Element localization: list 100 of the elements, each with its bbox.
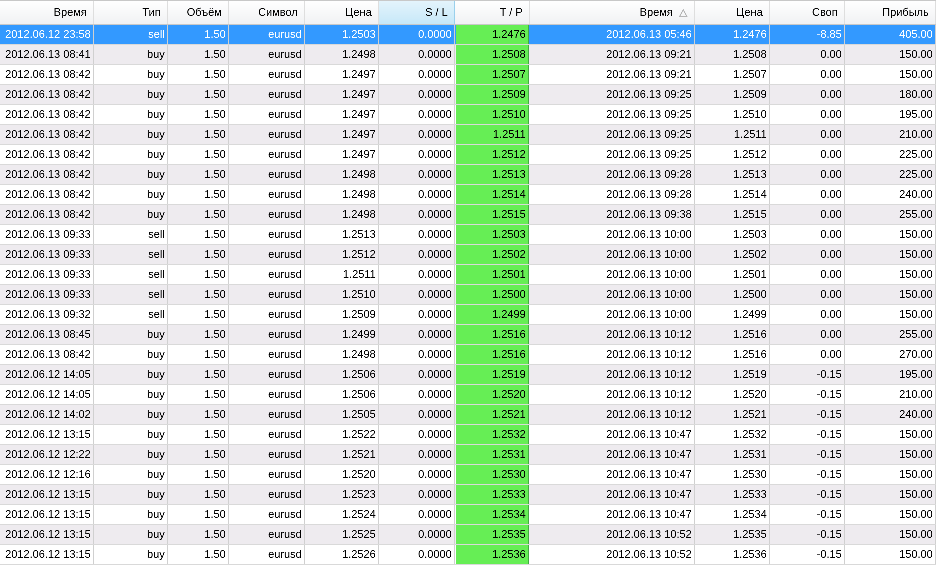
table-cell: 1.2508	[456, 45, 529, 64]
table-cell: 1.2530	[456, 465, 529, 484]
table-cell: 2012.06.12 13:15	[0, 485, 94, 504]
table-cell: eurusd	[229, 65, 305, 84]
table-cell: buy	[94, 425, 168, 444]
table-cell: 2012.06.12 12:22	[0, 445, 94, 464]
table-cell: 1.2502	[695, 245, 770, 264]
table-cell: eurusd	[229, 525, 305, 544]
table-cell: 1.50	[168, 525, 229, 544]
table-cell: 2012.06.12 12:16	[0, 465, 94, 484]
table-cell: 1.2499	[695, 305, 770, 324]
column-header[interactable]: Цена	[695, 1, 770, 24]
table-cell: 1.2520	[456, 385, 529, 404]
table-cell: buy	[94, 185, 168, 204]
table-row[interactable]: 2012.06.13 08:42 buy 1.50 eurusd 1.2497 0.0000 1.2511 2012.06.13 09:25 1.2511 0.00 210.00	[0, 125, 936, 145]
column-header[interactable]: Время	[0, 1, 94, 24]
table-cell: 1.2536	[695, 545, 770, 564]
table-row[interactable]: 2012.06.13 09:33 sell 1.50 eurusd 1.2510 0.0000 1.2500 2012.06.13 10:00 1.2500 0.00 150.00	[0, 285, 936, 305]
table-cell: 1.2511	[305, 265, 379, 284]
table-cell: eurusd	[229, 505, 305, 524]
column-header[interactable]: T / P	[455, 1, 530, 24]
column-header[interactable]: Тип	[94, 1, 168, 24]
column-header[interactable]: Время	[530, 1, 695, 24]
table-cell: 2012.06.13 10:00	[530, 285, 695, 304]
table-cell: 2012.06.13 09:33	[0, 245, 94, 264]
table-cell: 1.50	[168, 465, 229, 484]
table-cell: 0.0000	[379, 505, 455, 524]
table-row[interactable]: 2012.06.12 13:15 buy 1.50 eurusd 1.2526 0.0000 1.2536 2012.06.13 10:52 1.2536 -0.15 150.00	[0, 545, 936, 565]
table-cell: buy	[94, 45, 168, 64]
table-cell: -0.15	[770, 485, 845, 504]
table-cell: 150.00	[845, 285, 936, 304]
table-cell: 1.50	[168, 25, 229, 44]
table-row[interactable]: 2012.06.13 08:41 buy 1.50 eurusd 1.2498 0.0000 1.2508 2012.06.13 09:21 1.2508 0.00 150.00	[0, 45, 936, 65]
table-cell: 1.2502	[456, 245, 529, 264]
column-header[interactable]: S / L	[379, 1, 455, 24]
table-cell: 2012.06.13 08:42	[0, 85, 94, 104]
table-cell: 1.2476	[456, 25, 529, 44]
table-row[interactable]: 2012.06.13 08:45 buy 1.50 eurusd 1.2499 0.0000 1.2516 2012.06.13 10:12 1.2516 0.00 255.00	[0, 325, 936, 345]
table-cell: 1.2535	[695, 525, 770, 544]
table-row[interactable]: 2012.06.13 08:42 buy 1.50 eurusd 1.2498 0.0000 1.2513 2012.06.13 09:28 1.2513 0.00 225.00	[0, 165, 936, 185]
table-row[interactable]: 2012.06.12 14:02 buy 1.50 eurusd 1.2505 0.0000 1.2521 2012.06.13 10:12 1.2521 -0.15 240.00	[0, 405, 936, 425]
table-cell: eurusd	[229, 325, 305, 344]
table-cell: 2012.06.13 08:42	[0, 65, 94, 84]
table-cell: 1.2503	[305, 25, 379, 44]
column-header[interactable]: Прибыль	[845, 1, 936, 24]
table-cell: 0.0000	[379, 245, 455, 264]
table-row[interactable]: 2012.06.12 13:15 buy 1.50 eurusd 1.2523 0.0000 1.2533 2012.06.13 10:47 1.2533 -0.15 150.00	[0, 485, 936, 505]
table-cell: 1.50	[168, 65, 229, 84]
table-row[interactable]: 2012.06.12 23:58 sell 1.50 eurusd 1.2503 0.0000 1.2476 2012.06.13 05:46 1.2476 -8.85 405.00	[0, 25, 936, 45]
table-cell: eurusd	[229, 185, 305, 204]
table-cell: 0.0000	[379, 345, 455, 364]
table-cell: -0.15	[770, 425, 845, 444]
table-cell: 0.00	[770, 205, 845, 224]
table-cell: 150.00	[845, 485, 936, 504]
table-cell: -0.15	[770, 365, 845, 384]
table-cell: eurusd	[229, 465, 305, 484]
table-cell: eurusd	[229, 85, 305, 104]
table-cell: sell	[94, 265, 168, 284]
table-cell: 1.2532	[456, 425, 529, 444]
table-cell: 150.00	[845, 525, 936, 544]
table-cell: 1.50	[168, 485, 229, 504]
table-cell: 1.2501	[695, 265, 770, 284]
table-row[interactable]: 2012.06.13 09:33 sell 1.50 eurusd 1.2512 0.0000 1.2502 2012.06.13 10:00 1.2502 0.00 150.00	[0, 245, 936, 265]
table-cell: 1.2501	[456, 265, 529, 284]
table-cell: 2012.06.13 09:38	[530, 205, 695, 224]
table-cell: 255.00	[845, 325, 936, 344]
table-row[interactable]: 2012.06.13 08:42 buy 1.50 eurusd 1.2498 0.0000 1.2515 2012.06.13 09:38 1.2515 0.00 255.00	[0, 205, 936, 225]
table-cell: eurusd	[229, 125, 305, 144]
column-header[interactable]: Цена	[305, 1, 379, 24]
table-cell: 1.2498	[305, 185, 379, 204]
table-cell: eurusd	[229, 245, 305, 264]
table-cell: -0.15	[770, 405, 845, 424]
table-cell: 1.2530	[695, 465, 770, 484]
table-cell: 0.00	[770, 345, 845, 364]
table-cell: 0.00	[770, 125, 845, 144]
table-row[interactable]: 2012.06.13 08:42 buy 1.50 eurusd 1.2497 0.0000 1.2509 2012.06.13 09:25 1.2509 0.00 180.00	[0, 85, 936, 105]
table-cell: 1.2524	[305, 505, 379, 524]
table-cell: 150.00	[845, 545, 936, 564]
table-row[interactable]: 2012.06.12 13:15 buy 1.50 eurusd 1.2525 0.0000 1.2535 2012.06.13 10:52 1.2535 -0.15 150.00	[0, 525, 936, 545]
table-row[interactable]: 2012.06.12 14:05 buy 1.50 eurusd 1.2506 0.0000 1.2519 2012.06.13 10:12 1.2519 -0.15 195.00	[0, 365, 936, 385]
table-cell: 0.00	[770, 105, 845, 124]
table-cell: -0.15	[770, 545, 845, 564]
column-header[interactable]: Своп	[770, 1, 845, 24]
table-cell: eurusd	[229, 45, 305, 64]
table-cell: eurusd	[229, 365, 305, 384]
table-cell: 1.50	[168, 85, 229, 104]
table-cell: 2012.06.13 10:47	[530, 485, 695, 504]
table-cell: 2012.06.12 14:05	[0, 385, 94, 404]
table-cell: 0.0000	[379, 545, 455, 564]
table-cell: 1.50	[168, 405, 229, 424]
table-cell: 2012.06.13 08:42	[0, 145, 94, 164]
table-cell: 150.00	[845, 65, 936, 84]
table-cell: 180.00	[845, 85, 936, 104]
column-header[interactable]: Объём	[168, 1, 229, 24]
table-cell: 1.2497	[305, 65, 379, 84]
table-row[interactable]: 2012.06.12 12:22 buy 1.50 eurusd 1.2521 0.0000 1.2531 2012.06.13 10:47 1.2531 -0.15 150.00	[0, 445, 936, 465]
table-cell: 0.00	[770, 265, 845, 284]
column-header[interactable]: Символ	[229, 1, 305, 24]
table-cell: 1.2500	[695, 285, 770, 304]
table-cell: eurusd	[229, 485, 305, 504]
